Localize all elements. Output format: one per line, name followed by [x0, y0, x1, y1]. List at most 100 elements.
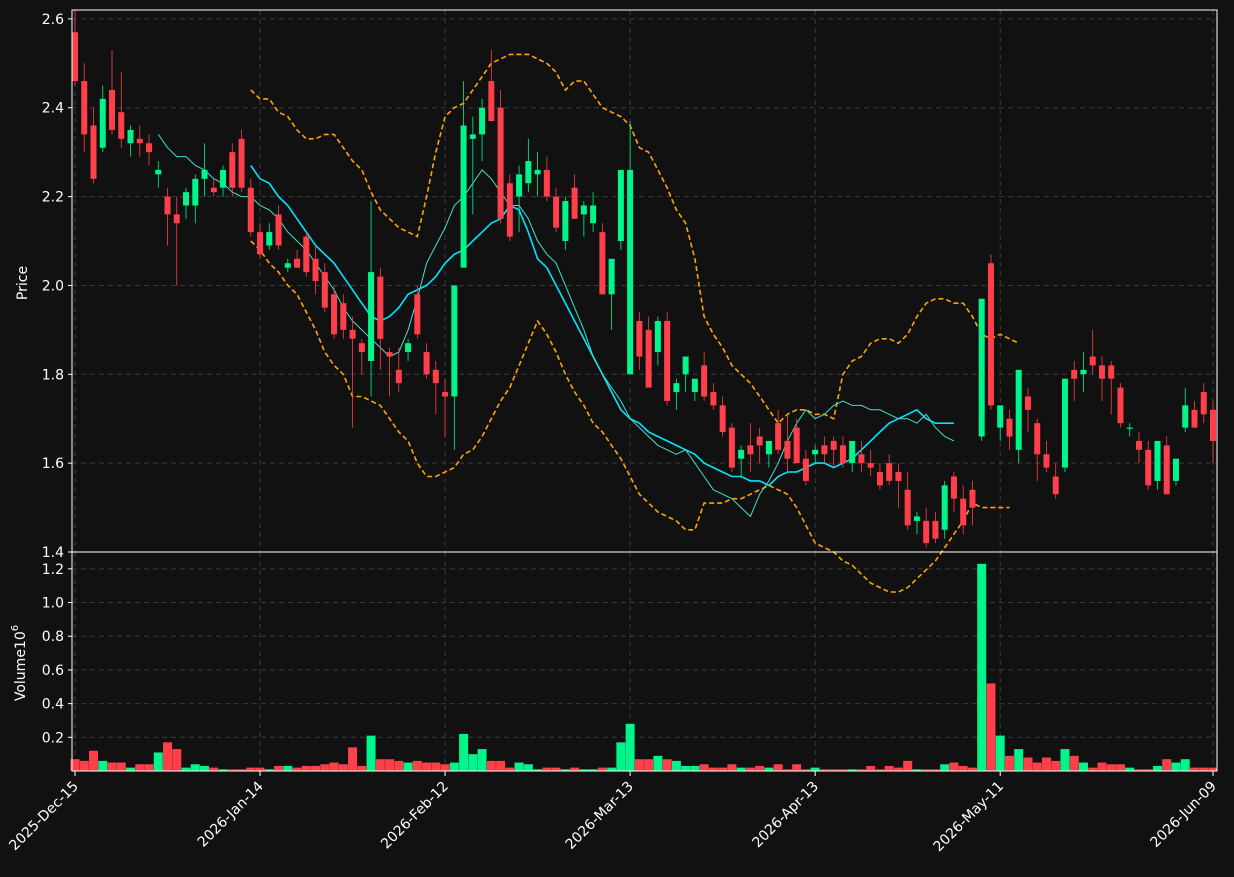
price-grid	[72, 10, 1217, 553]
volume-bar	[644, 759, 654, 771]
volume-bar	[514, 762, 524, 771]
candle-body	[275, 214, 282, 246]
volume-bar	[958, 765, 968, 771]
volume-bar	[625, 723, 635, 771]
volume-bar	[995, 735, 1005, 771]
candle-body	[349, 329, 356, 339]
volume-bar	[89, 750, 99, 771]
candle	[654, 316, 661, 366]
volume-tick-label: 0.4	[42, 697, 64, 713]
volume-panel-frame	[71, 551, 1218, 772]
volume-bar	[690, 765, 700, 771]
candle	[543, 156, 550, 202]
volume-bar	[949, 762, 959, 771]
candle-body	[654, 320, 661, 353]
date-tick-label: 2026-Apr-13	[749, 779, 822, 852]
candle-body	[1024, 396, 1031, 410]
candle-body	[913, 516, 920, 521]
candle-body	[793, 427, 800, 464]
candle	[506, 174, 513, 242]
price-tick-label: 2.2	[42, 190, 64, 206]
candle-body	[701, 365, 708, 397]
candle-body	[432, 369, 439, 384]
candle	[516, 165, 523, 233]
candle	[673, 378, 680, 410]
candle	[395, 347, 402, 393]
volume-bar	[449, 762, 459, 771]
candle	[275, 205, 282, 250]
candle	[1071, 360, 1078, 401]
candle-body	[414, 294, 421, 335]
candle	[451, 285, 458, 450]
candle	[1098, 356, 1105, 401]
candle	[183, 187, 190, 219]
candles	[72, 10, 1216, 548]
candle	[405, 338, 412, 361]
candle	[950, 472, 957, 513]
candle-body	[747, 445, 754, 455]
volume-bar	[718, 767, 728, 771]
candle-body	[368, 272, 375, 361]
candle	[756, 427, 763, 464]
candle-body	[784, 440, 791, 459]
candle-body	[682, 356, 689, 375]
candle	[812, 445, 819, 464]
candle	[821, 436, 828, 464]
volume-bar	[153, 752, 163, 771]
candle-body	[1080, 369, 1087, 375]
volume-bar	[1069, 755, 1079, 771]
volume-bar	[412, 760, 422, 771]
candle-body	[1108, 365, 1115, 379]
date-tick-label: 2026-Jun-09	[1148, 779, 1220, 851]
volume-bar	[653, 755, 663, 771]
candle-body	[1052, 476, 1059, 495]
volume-bar	[1115, 764, 1125, 771]
candle-body	[109, 89, 116, 130]
volume-tick-label: 0.2	[42, 730, 64, 746]
candle	[969, 480, 976, 526]
indicator-overlays	[157, 53, 1020, 593]
candle	[599, 223, 606, 295]
candle-body	[1034, 423, 1041, 455]
volume-bar	[1199, 767, 1209, 771]
volume-bar	[1060, 749, 1070, 771]
price-axis-ticks: 1.4 1.6 1.8 2.0 2.2 2.4 2.6	[42, 12, 72, 561]
volume-axis-label: Volume106	[10, 625, 29, 701]
volume-bar	[329, 762, 339, 771]
price-tick-label: 2.4	[42, 101, 64, 117]
candle	[479, 98, 486, 162]
volume-bar	[116, 762, 126, 771]
volume-bar	[1162, 759, 1172, 771]
candle-body	[765, 440, 772, 455]
candle-body	[183, 192, 190, 206]
volume-bar	[1125, 767, 1135, 771]
candle	[886, 454, 893, 486]
candle-body	[1117, 387, 1124, 424]
volume-bar	[459, 733, 469, 771]
candle-body	[562, 201, 569, 242]
volume-bar	[893, 767, 903, 771]
candle-body	[312, 258, 319, 281]
candle	[1108, 360, 1115, 415]
volume-bar	[255, 767, 265, 771]
volume-bar	[570, 767, 580, 771]
candle	[987, 254, 994, 410]
volume-bar	[884, 765, 894, 771]
volume-bar	[1097, 762, 1107, 771]
price-tick-label: 1.6	[42, 456, 64, 472]
candle-body	[1071, 369, 1078, 379]
candle-body	[127, 129, 134, 144]
candle	[303, 232, 310, 277]
candle-body	[738, 449, 745, 459]
candle-body	[257, 232, 264, 255]
candle	[793, 418, 800, 464]
candle-body	[627, 169, 634, 375]
candle	[358, 338, 365, 375]
candle-body	[849, 440, 856, 464]
volume-bar	[422, 762, 432, 771]
volume-bar	[1078, 762, 1088, 771]
candle-body	[164, 196, 171, 215]
candle-body	[812, 449, 819, 455]
volume-bar	[1032, 762, 1042, 771]
candle	[895, 463, 902, 508]
